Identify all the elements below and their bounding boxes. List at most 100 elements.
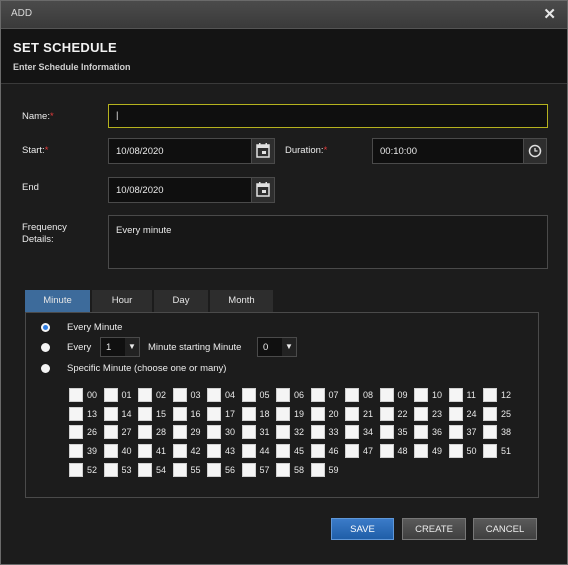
minute-checkbox[interactable]: [172, 406, 187, 421]
every-minute-radio[interactable]: [41, 323, 50, 332]
minute-checkbox-label: 20: [328, 408, 339, 419]
minute-checkbox[interactable]: [241, 406, 256, 421]
minute-checkbox[interactable]: [448, 406, 463, 421]
minute-checkbox[interactable]: [69, 425, 83, 440]
minute-checkbox-label: 02: [156, 390, 167, 400]
minute-checkbox-label: 39: [87, 446, 98, 457]
tab-hour[interactable]: Hour: [92, 290, 152, 312]
minute-checkbox[interactable]: [103, 425, 118, 440]
minute-checkbox[interactable]: [103, 462, 118, 477]
page-title: SET SCHEDULE: [13, 40, 118, 55]
minute-checkbox-label: 23: [432, 408, 443, 419]
minute-checkbox[interactable]: [379, 444, 394, 459]
minute-checkbox[interactable]: [103, 406, 118, 421]
minute-checkbox[interactable]: [345, 388, 359, 402]
minute-checkbox-label: 05: [259, 390, 270, 400]
specific-minute-label: Specific Minute (choose one or many): [67, 363, 227, 374]
save-button[interactable]: SAVE: [331, 518, 394, 540]
minute-checkbox[interactable]: [138, 462, 152, 477]
minute-checkbox[interactable]: [310, 388, 325, 402]
minute-checkbox[interactable]: [379, 406, 394, 421]
end-date-value: 10/08/2020: [116, 185, 164, 196]
minute-checkbox[interactable]: [172, 462, 187, 477]
minute-checkbox[interactable]: [69, 444, 83, 459]
minute-checkbox[interactable]: [345, 444, 359, 459]
end-calendar-button[interactable]: [251, 177, 275, 203]
minute-checkbox[interactable]: [276, 406, 290, 421]
minute-checkbox-label: 17: [225, 408, 236, 419]
minute-checkbox[interactable]: [207, 388, 221, 402]
minute-checkbox[interactable]: [207, 444, 221, 459]
minute-checkbox[interactable]: [310, 406, 325, 421]
minute-checkbox[interactable]: [207, 462, 221, 477]
minute-checkbox[interactable]: [276, 462, 290, 477]
minute-checkbox[interactable]: [172, 425, 187, 440]
name-input-value: |: [116, 110, 119, 121]
minute-checkbox[interactable]: [276, 425, 290, 440]
minute-checkbox[interactable]: [69, 406, 83, 421]
minute-checkbox[interactable]: [414, 425, 428, 440]
clock-icon: [528, 144, 542, 158]
minute-checkbox[interactable]: [345, 406, 359, 421]
minute-checkbox[interactable]: [241, 425, 256, 440]
minute-checkbox-label: 08: [363, 390, 374, 400]
close-icon[interactable]: ✕: [543, 5, 556, 23]
minute-checkbox[interactable]: [345, 425, 359, 440]
minute-checkbox[interactable]: [310, 444, 325, 459]
minute-checkbox[interactable]: [414, 406, 428, 421]
every-n-minute-radio[interactable]: [41, 343, 50, 352]
duration-input[interactable]: 00:10:00: [372, 138, 524, 164]
minute-checkbox[interactable]: [138, 425, 152, 440]
minute-checkbox[interactable]: [241, 388, 256, 402]
minute-checkbox[interactable]: [483, 388, 497, 402]
minute-checkbox[interactable]: [448, 444, 463, 459]
frequency-details-textarea[interactable]: Every minute: [108, 215, 548, 269]
start-calendar-button[interactable]: [251, 138, 275, 164]
minute-checkbox[interactable]: [69, 388, 83, 402]
minute-checkbox[interactable]: [483, 406, 497, 421]
minute-checkbox[interactable]: [276, 388, 290, 402]
minute-checkbox[interactable]: [138, 388, 152, 402]
minute-checkbox[interactable]: [103, 388, 118, 402]
minute-checkbox[interactable]: [138, 406, 152, 421]
create-button[interactable]: CREATE: [402, 518, 466, 540]
minute-checkbox-label: 40: [121, 446, 132, 457]
minute-checkbox[interactable]: [379, 388, 394, 402]
minute-checkbox-label: 50: [466, 446, 477, 457]
minute-checkbox-label: 46: [328, 446, 339, 457]
minute-checkbox[interactable]: [103, 444, 118, 459]
minute-checkbox[interactable]: [448, 388, 463, 402]
minute-checkbox[interactable]: [448, 425, 463, 440]
specific-minute-radio[interactable]: [41, 364, 50, 373]
minute-checkbox[interactable]: [414, 388, 428, 402]
minute-checkbox[interactable]: [207, 425, 221, 440]
minute-checkbox[interactable]: [483, 425, 497, 440]
every-interval-select[interactable]: 1 ▼: [100, 337, 140, 357]
minute-checkbox[interactable]: [414, 444, 428, 459]
minute-checkbox[interactable]: [241, 444, 256, 459]
minute-checkbox[interactable]: [310, 462, 325, 477]
minute-checkbox[interactable]: [483, 444, 497, 459]
duration-clock-button[interactable]: [523, 138, 547, 164]
every-label: Every: [67, 342, 92, 353]
tab-month[interactable]: Month: [210, 290, 273, 312]
cancel-button[interactable]: CANCEL: [473, 518, 537, 540]
start-date-input[interactable]: 10/08/2020: [108, 138, 252, 164]
minute-checkbox[interactable]: [138, 444, 152, 459]
minute-checkbox[interactable]: [310, 425, 325, 440]
end-date-input[interactable]: 10/08/2020: [108, 177, 252, 203]
minute-checkbox[interactable]: [69, 462, 83, 477]
tab-minute[interactable]: Minute: [25, 290, 90, 312]
minute-checkbox[interactable]: [276, 444, 290, 459]
minute-checkbox-label: 09: [397, 390, 408, 400]
starting-minute-value: 0: [263, 342, 269, 353]
minute-checkbox[interactable]: [207, 406, 221, 421]
minute-checkbox[interactable]: [379, 425, 394, 440]
minute-checkbox[interactable]: [172, 444, 187, 459]
name-input[interactable]: |: [108, 104, 548, 128]
tab-day[interactable]: Day: [154, 290, 208, 312]
minute-checkbox[interactable]: [172, 388, 187, 402]
minute-checkbox[interactable]: [241, 462, 256, 477]
starting-minute-select[interactable]: 0 ▼: [257, 337, 297, 357]
minute-checkbox-label: 36: [432, 427, 443, 438]
